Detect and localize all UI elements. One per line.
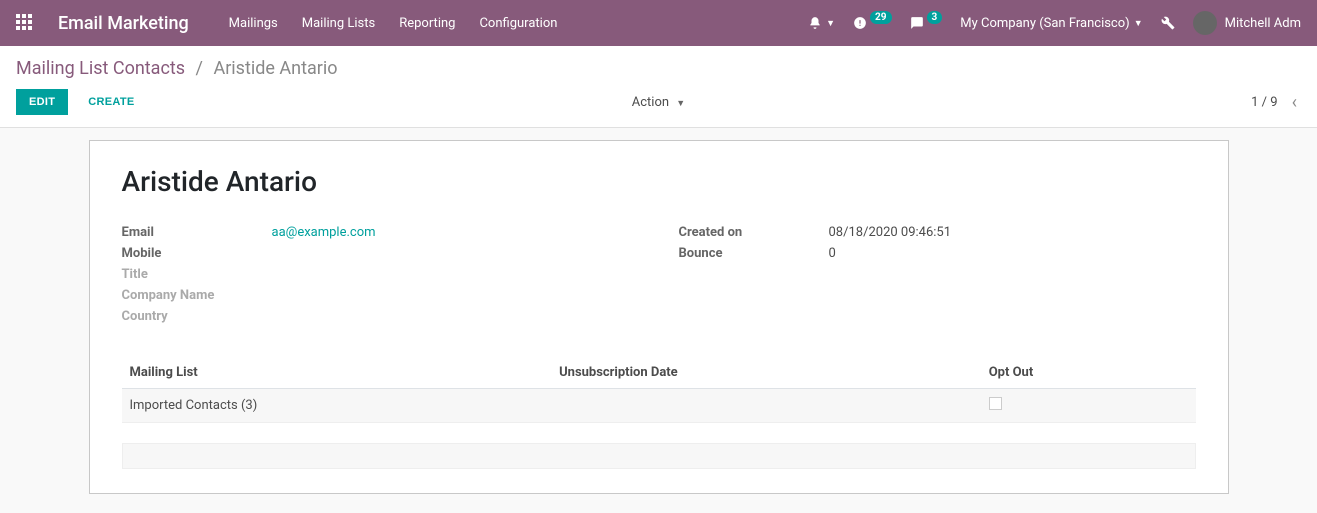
left-column: Email aa@example.com Mobile Title Compan…: [122, 222, 639, 327]
nav-configuration[interactable]: Configuration: [479, 16, 557, 31]
label-created-on: Created on: [679, 225, 829, 240]
checkbox-icon[interactable]: [989, 397, 1002, 410]
th-unsub-date[interactable]: Unsubscription Date: [551, 357, 981, 389]
debug-icon[interactable]: [1161, 16, 1175, 30]
apps-icon[interactable]: [16, 14, 34, 32]
notifications-icon[interactable]: ▼: [808, 16, 835, 30]
label-country: Country: [122, 309, 272, 324]
label-email: Email: [122, 225, 272, 240]
controlbar: Edit Create Action ▼ 1 / 9 ‹: [0, 83, 1317, 127]
nav-mailing-lists[interactable]: Mailing Lists: [302, 16, 375, 31]
activity-icon[interactable]: 29: [853, 16, 891, 30]
cell-opt-out: [981, 389, 1196, 423]
user-name: Mitchell Adm: [1225, 16, 1301, 31]
pager-prev-icon[interactable]: ‹: [1288, 92, 1301, 113]
th-mailing-list[interactable]: Mailing List: [122, 357, 552, 389]
pager-text[interactable]: 1 / 9: [1251, 95, 1277, 110]
label-mobile: Mobile: [122, 246, 272, 261]
label-bounce: Bounce: [679, 246, 829, 261]
subscription-table: Mailing List Unsubscription Date Opt Out…: [122, 357, 1196, 423]
company-switcher[interactable]: My Company (San Francisco)▼: [960, 16, 1142, 31]
avatar: [1193, 11, 1217, 35]
breadcrumb-current: Aristide Antario: [213, 58, 337, 79]
breadcrumb: Mailing List Contacts / Aristide Antario: [0, 46, 1317, 83]
edit-button[interactable]: Edit: [16, 89, 68, 115]
discuss-badge: 3: [927, 11, 943, 24]
action-dropdown[interactable]: Action ▼: [632, 95, 685, 110]
breadcrumb-sep: /: [196, 58, 203, 79]
discuss-icon[interactable]: 3: [910, 16, 943, 30]
pager: 1 / 9 ‹: [1251, 92, 1301, 113]
value-bounce: 0: [829, 246, 836, 261]
label-company-name: Company Name: [122, 288, 272, 303]
label-title: Title: [122, 267, 272, 282]
nav-reporting[interactable]: Reporting: [399, 16, 455, 31]
breadcrumb-parent[interactable]: Mailing List Contacts: [16, 58, 185, 79]
form-sheet: Aristide Antario Email aa@example.com Mo…: [89, 140, 1229, 494]
activity-badge: 29: [870, 11, 891, 24]
table-row[interactable]: Imported Contacts (3): [122, 389, 1196, 423]
navbar: Email Marketing Mailings Mailing Lists R…: [0, 0, 1317, 46]
create-button[interactable]: Create: [76, 90, 146, 114]
cell-unsub-date: [551, 389, 981, 423]
th-opt-out[interactable]: Opt Out: [981, 357, 1196, 389]
app-brand[interactable]: Email Marketing: [58, 13, 189, 34]
record-title: Aristide Antario: [122, 165, 1196, 198]
nav-right: ▼ 29 3 My Company (San Francisco)▼ Mitch…: [808, 11, 1301, 35]
nav-mailings[interactable]: Mailings: [229, 16, 278, 31]
subheader: Mailing List Contacts / Aristide Antario…: [0, 46, 1317, 128]
value-email[interactable]: aa@example.com: [272, 225, 376, 240]
user-menu[interactable]: Mitchell Adm: [1193, 11, 1301, 35]
right-column: Created on 08/18/2020 09:46:51 Bounce 0: [679, 222, 1196, 327]
footer-box: [122, 443, 1196, 469]
cell-mailing-list: Imported Contacts (3): [122, 389, 552, 423]
nav-menu: Mailings Mailing Lists Reporting Configu…: [229, 16, 808, 31]
value-created-on: 08/18/2020 09:46:51: [829, 225, 952, 240]
